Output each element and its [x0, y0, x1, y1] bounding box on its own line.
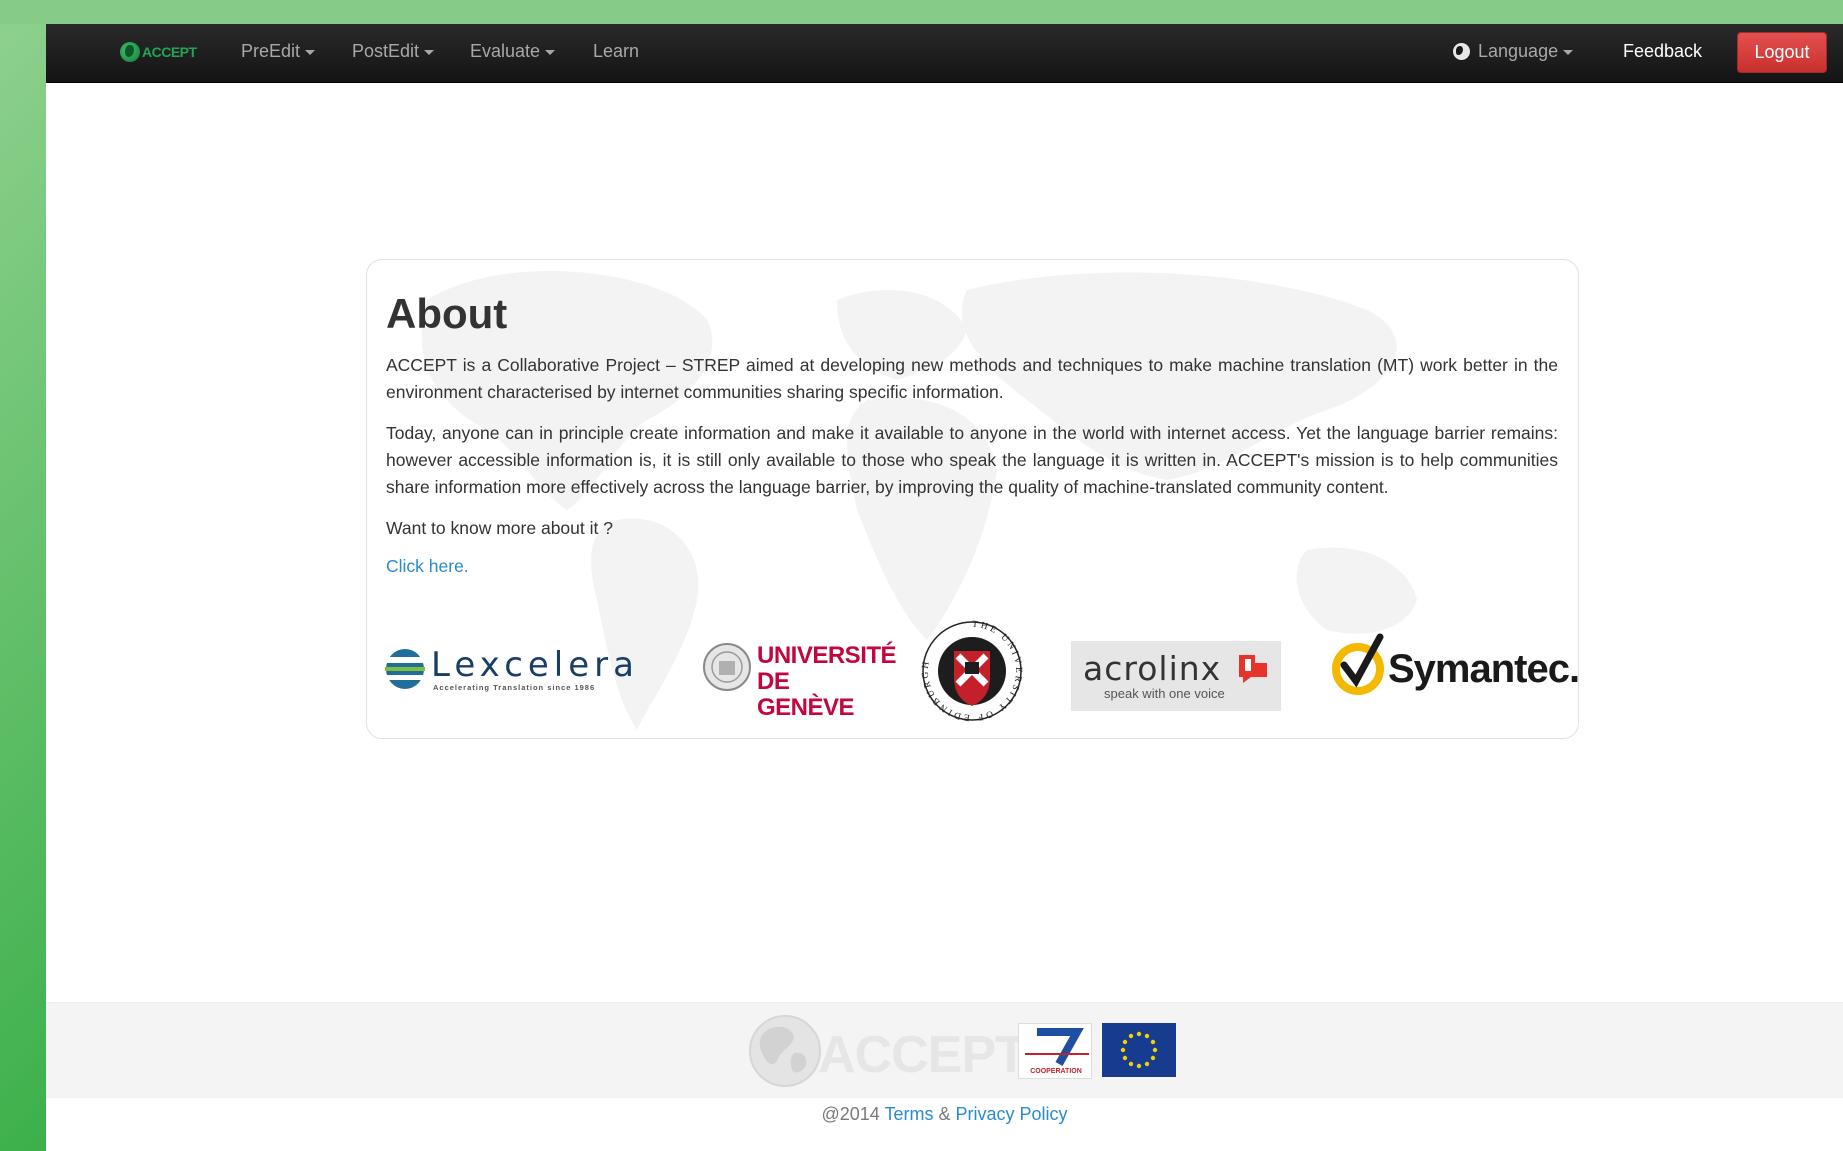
symantec-logo[interactable]: Symantec. [1332, 627, 1578, 707]
geneve-line-2: DE GENÈVE [757, 668, 855, 721]
universite-de-geneve-logo[interactable]: UNIVERSITÉ DE GENÈVE [703, 639, 897, 721]
privacy-policy-link[interactable]: Privacy Policy [956, 1104, 1068, 1124]
menu-postedit-label: PostEdit [352, 41, 420, 61]
fp7-label: COOPERATION [1030, 1068, 1082, 1075]
about-paragraph-3: Want to know more about it ? [386, 518, 613, 538]
lexcelera-logo[interactable]: Lexcelera Accelerating Translation since… [385, 645, 634, 697]
globe-icon [1453, 43, 1470, 60]
partner-logos: Lexcelera Accelerating Translation since… [367, 615, 1578, 725]
caret-down-icon [305, 50, 316, 55]
menu-evaluate[interactable]: Evaluate [470, 41, 556, 62]
footer-ampersand: & [938, 1104, 951, 1124]
eu-flag [1102, 1023, 1176, 1077]
browser-window: ACCEPT PreEdit PostEdit Evaluate Learn L… [46, 24, 1843, 1151]
menu-postedit[interactable]: PostEdit [352, 41, 435, 62]
feedback-link[interactable]: Feedback [1623, 41, 1702, 62]
menu-learn-label: Learn [593, 41, 640, 61]
university-of-edinburgh-logo[interactable]: THE UNIVERSITY OF EDINBURGH [921, 620, 1023, 722]
footer-copyright: @2014 Terms & Privacy Policy [46, 1104, 1843, 1125]
menu-learn[interactable]: Learn [593, 41, 639, 62]
edinburgh-crest-icon: THE UNIVERSITY OF EDINBURGH [921, 620, 1022, 722]
accept-brand-logo[interactable]: ACCEPT [120, 42, 197, 62]
symantec-checkmark-icon [1332, 633, 1384, 695]
about-panel: About ACCEPT is a Collaborative Project … [366, 259, 1579, 739]
accept-footer-logo: ACCEPT [748, 1011, 1027, 1091]
fp7-logo: COOPERATION [1018, 1023, 1092, 1079]
acrolinx-speech-icon [1239, 655, 1267, 683]
about-paragraph-2: Today, anyone can in principle create in… [386, 423, 1558, 497]
geneve-seal-icon [703, 643, 751, 691]
lexcelera-icon [385, 649, 425, 689]
about-paragraph-1: ACCEPT is a Collaborative Project – STRE… [386, 355, 1558, 402]
menu-preedit-label: PreEdit [241, 41, 301, 61]
about-heading: About [386, 290, 508, 337]
terms-link[interactable]: Terms [884, 1104, 933, 1124]
top-navbar: ACCEPT PreEdit PostEdit Evaluate Learn L… [46, 24, 1843, 83]
language-label: Language [1478, 41, 1559, 61]
fp7-icon [1025, 1028, 1089, 1066]
caret-down-icon [545, 50, 556, 55]
language-dropdown[interactable]: Language [1453, 41, 1574, 62]
accept-globe-icon [749, 1015, 821, 1087]
footer-logos-band: ACCEPT COOPERATION [46, 1002, 1843, 1098]
click-here-link[interactable]: Click here. [386, 556, 469, 576]
caret-down-icon [424, 50, 435, 55]
logout-button[interactable]: Logout [1737, 32, 1827, 73]
lexcelera-tagline: Accelerating Translation since 1986 [433, 683, 596, 692]
lexcelera-name: Lexcelera [431, 645, 639, 685]
accept-footer-text: ACCEPT [818, 1026, 1027, 1084]
eu-stars-icon [1120, 1031, 1158, 1069]
acrolinx-logo[interactable]: acrolinx speak with one voice [1071, 641, 1281, 711]
copyright-year: @2014 [821, 1104, 880, 1124]
acrolinx-name: acrolinx [1083, 649, 1222, 688]
desktop-top-strip [0, 0, 1843, 24]
menu-evaluate-label: Evaluate [470, 41, 541, 61]
menu-preedit[interactable]: PreEdit [241, 41, 316, 62]
about-content: About ACCEPT is a Collaborative Project … [386, 290, 1558, 577]
brand-name: ACCEPT [142, 44, 197, 60]
geneve-line-1: UNIVERSITÉ [757, 642, 897, 669]
caret-down-icon [1563, 50, 1574, 55]
acrolinx-tagline: speak with one voice [1104, 686, 1225, 701]
symantec-name: Symantec. [1388, 647, 1579, 691]
globe-logo-icon [120, 42, 140, 62]
